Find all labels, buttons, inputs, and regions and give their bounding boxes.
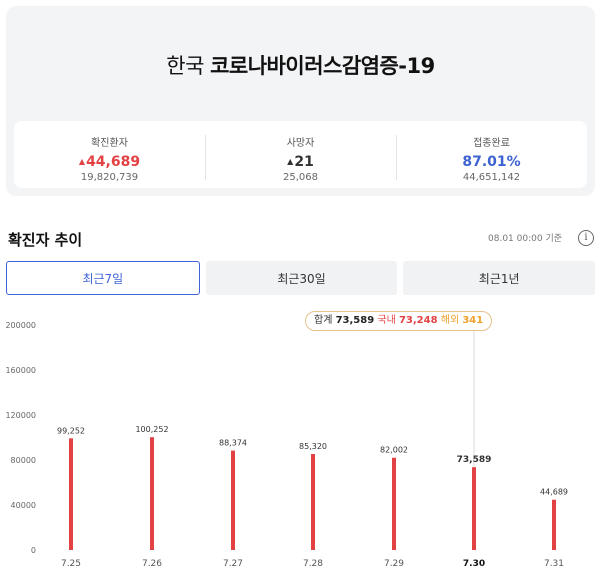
x-tick-label: 7.28 bbox=[303, 559, 323, 569]
y-tick-label: 200000 bbox=[5, 321, 36, 330]
chart-bar[interactable] bbox=[472, 467, 476, 550]
bar-value-label: 88,374 bbox=[219, 439, 247, 448]
page-title: 한국 코로나바이러스감염증-19 bbox=[6, 50, 595, 80]
update-timestamp: 08.01 00:00 기준 bbox=[488, 234, 562, 244]
chart-bar[interactable] bbox=[392, 457, 396, 550]
up-arrow-icon: ▲ bbox=[78, 157, 86, 166]
stat-label: 사망자 bbox=[286, 138, 315, 149]
chart-bar[interactable] bbox=[150, 437, 154, 550]
bar-value-label: 44,689 bbox=[540, 488, 568, 497]
stat-deaths: 사망자 ▲21 25,068 bbox=[205, 121, 396, 188]
tab-recent-30-days[interactable]: 최근30일 bbox=[205, 261, 398, 295]
bar-value-label: 99,252 bbox=[57, 426, 85, 435]
tooltip-overseas: 341 bbox=[462, 315, 484, 326]
stat-label: 확진환자 bbox=[91, 138, 128, 149]
section-title: 확진자 추이 bbox=[8, 231, 83, 249]
stat-label: 접종완료 bbox=[473, 138, 510, 149]
disease-name: 코로나바이러스감염증-19 bbox=[210, 54, 435, 78]
x-tick-label: 7.30 bbox=[463, 559, 485, 569]
x-tick-label: 7.27 bbox=[223, 559, 243, 569]
stat-total: 44,651,142 bbox=[462, 172, 521, 183]
stat-vaccinated: 접종완료 87.01% 44,651,142 bbox=[396, 121, 587, 188]
tooltip-domestic: 73,248 bbox=[398, 315, 438, 326]
x-tick-label: 7.26 bbox=[142, 559, 162, 569]
x-tick-label: 7.25 bbox=[61, 559, 81, 569]
y-tick-label: 0 bbox=[31, 546, 36, 555]
stat-value: ▲21 bbox=[287, 154, 314, 170]
y-tick-label: 120000 bbox=[5, 411, 36, 420]
bar-value-label: 100,252 bbox=[135, 425, 168, 434]
stat-value: ▲44,689 bbox=[78, 154, 141, 170]
stats-card: 확진환자 ▲44,689 19,820,739 사망자 ▲21 25,068 접… bbox=[14, 121, 587, 188]
info-icon[interactable]: i bbox=[578, 230, 594, 246]
chart-bar[interactable] bbox=[69, 438, 73, 550]
stat-confirmed: 확진환자 ▲44,689 19,820,739 bbox=[14, 121, 205, 188]
x-tick-label: 7.31 bbox=[544, 559, 564, 569]
y-tick-label: 40000 bbox=[11, 501, 36, 510]
chart-bar[interactable] bbox=[552, 499, 556, 550]
confirmed-cases-chart: 0 40000 80000 120000 160000 200000 99,252 7.25 1… bbox=[5, 321, 568, 569]
up-arrow-icon: ▲ bbox=[287, 157, 294, 166]
tab-recent-7-days[interactable]: 최근7일 bbox=[6, 261, 200, 295]
stat-value: 87.01% bbox=[462, 154, 521, 170]
chart-tooltip: 합계 73,589 국내 73,248 해외 341 bbox=[305, 311, 493, 331]
summary-panel: 한국 코로나바이러스감염증-19 확진환자 ▲44,689 19,820,739… bbox=[6, 6, 595, 196]
bar-value-label: 82,002 bbox=[380, 446, 408, 455]
y-tick-label: 80000 bbox=[11, 456, 36, 465]
bar-value-label: 85,320 bbox=[299, 442, 327, 451]
tooltip-total: 73,589 bbox=[335, 315, 375, 326]
y-tick-label: 160000 bbox=[5, 366, 36, 375]
tab-recent-1-year[interactable]: 최근1년 bbox=[403, 261, 596, 295]
stat-total: 19,820,739 bbox=[80, 172, 139, 183]
chart-bar[interactable] bbox=[231, 450, 235, 550]
chart-bar[interactable] bbox=[311, 454, 315, 550]
stat-total: 25,068 bbox=[283, 172, 318, 183]
period-tabs: 최근7일 최근30일 최근1년 bbox=[6, 261, 596, 295]
bar-value-label: 73,589 bbox=[457, 455, 492, 465]
x-tick-label: 7.29 bbox=[384, 559, 404, 569]
region-name: 한국 bbox=[166, 54, 204, 78]
